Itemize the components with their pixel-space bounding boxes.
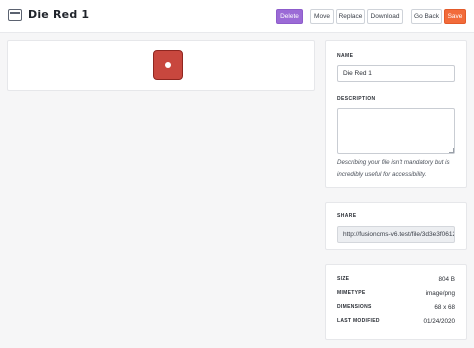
description-help-text: Describing your file isn't mandatory but… xyxy=(337,159,450,178)
delete-button[interactable]: Delete xyxy=(276,9,303,24)
resize-grip-icon[interactable] xyxy=(449,148,454,153)
meta-key: LAST MODIFIED xyxy=(337,318,380,324)
meta-row-size: SIZE 804 B xyxy=(337,274,455,284)
description-label: DESCRIPTION xyxy=(337,96,376,102)
meta-value: 01/24/2020 xyxy=(423,317,455,325)
meta-key: SIZE xyxy=(337,276,350,282)
go-back-button[interactable]: Go Back xyxy=(411,9,442,24)
description-textarea[interactable] xyxy=(337,108,455,154)
share-card: SHARE http://fusioncms-v6.test/file/3d3e… xyxy=(325,202,467,250)
meta-value: 804 B xyxy=(438,275,455,283)
file-meta-card: SIZE 804 B MIMETYPE image/png DIMENSIONS… xyxy=(325,264,467,340)
image-preview xyxy=(153,50,183,80)
share-label: SHARE xyxy=(337,213,357,219)
meta-row-mimetype: MIMETYPE image/png xyxy=(337,288,455,298)
meta-row-last-modified: LAST MODIFIED 01/24/2020 xyxy=(337,316,455,326)
download-button[interactable]: Download xyxy=(367,9,403,24)
replace-button[interactable]: Replace xyxy=(336,9,365,24)
meta-key: DIMENSIONS xyxy=(337,304,372,310)
details-card: NAME Die Red 1 DESCRIPTION Describing yo… xyxy=(325,40,467,188)
save-button[interactable]: Save xyxy=(444,9,466,24)
die-pip xyxy=(165,62,171,68)
page-title: Die Red 1 xyxy=(28,8,90,21)
name-label: NAME xyxy=(337,53,354,59)
share-url-field[interactable]: http://fusioncms-v6.test/file/3d3e3f0612… xyxy=(337,226,455,243)
file-browser-icon xyxy=(8,9,22,21)
top-bar: Die Red 1 Delete Move Replace Download G… xyxy=(0,0,474,33)
meta-value: image/png xyxy=(425,289,455,297)
name-input[interactable]: Die Red 1 xyxy=(337,65,455,82)
file-preview-card xyxy=(7,40,315,91)
meta-key: MIMETYPE xyxy=(337,290,366,296)
meta-value: 68 x 68 xyxy=(434,303,455,311)
move-button[interactable]: Move xyxy=(310,9,334,24)
meta-row-dimensions: DIMENSIONS 68 x 68 xyxy=(337,302,455,312)
